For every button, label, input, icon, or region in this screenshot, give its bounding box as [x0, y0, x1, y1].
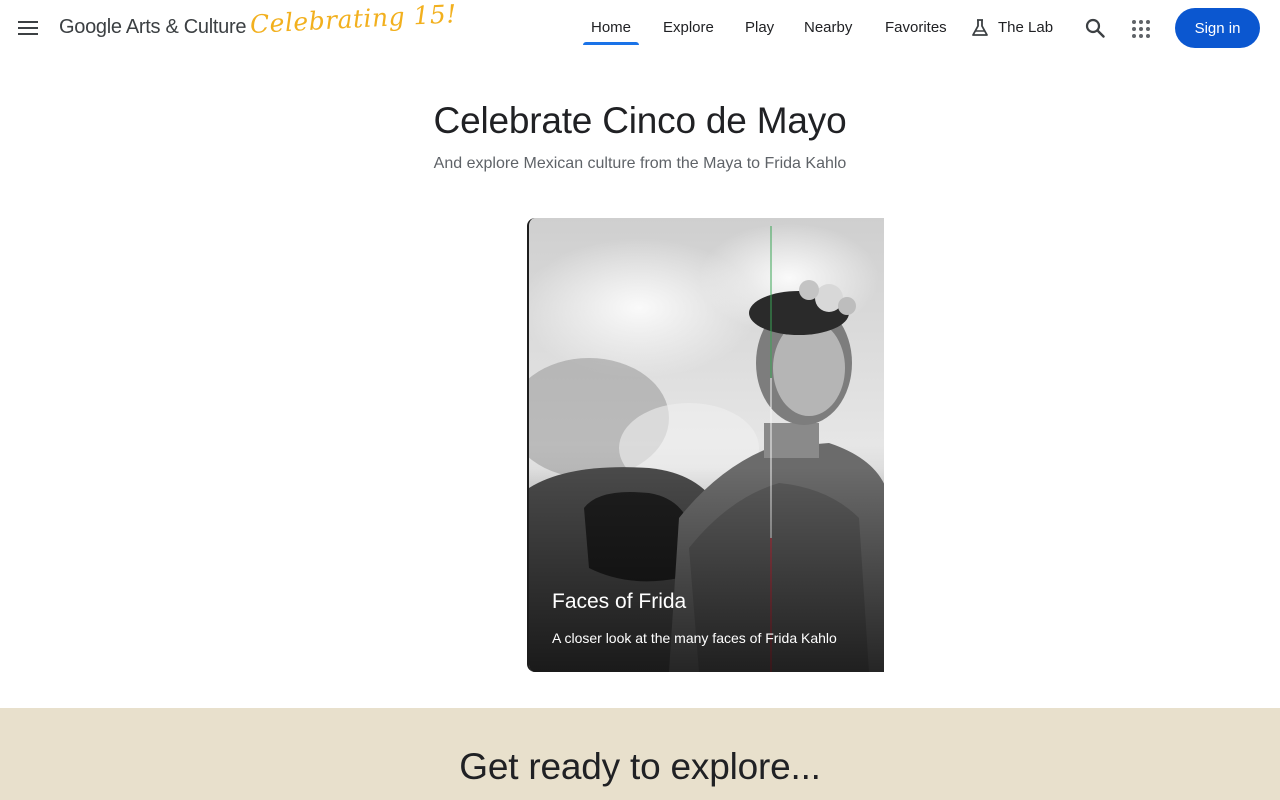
search-button[interactable] [1081, 14, 1109, 42]
nav-play[interactable]: Play [745, 19, 774, 36]
card-title: Faces of Frida [552, 590, 687, 613]
apps-grid-icon [1132, 20, 1150, 38]
site-logo[interactable]: Google Arts & Culture [59, 16, 246, 39]
story-card[interactable]: Faces of Frida A closer look at the many… [527, 218, 884, 672]
top-header: Google Arts & Culture Celebrating 15! Ho… [0, 0, 1280, 56]
flask-icon [972, 19, 988, 36]
explore-band: Get ready to explore... [0, 708, 1280, 800]
apps-button[interactable] [1127, 15, 1155, 43]
celebrating-15-badge: Celebrating 15! [249, 0, 458, 39]
nav-favorites[interactable]: Favorites [885, 19, 947, 36]
nav-home[interactable]: Home [591, 19, 631, 36]
card-subtitle: A closer look at the many faces of Frida… [552, 630, 837, 646]
search-icon [1085, 18, 1105, 38]
nav-nearby[interactable]: Nearby [804, 19, 852, 36]
nav-the-lab[interactable]: The Lab [998, 19, 1053, 36]
hamburger-menu-icon [18, 21, 38, 35]
hero-subtitle: And explore Mexican culture from the May… [433, 155, 847, 172]
nav-active-indicator [583, 42, 639, 45]
explore-heading: Get ready to explore... [459, 746, 821, 787]
logo-google-text: Google [59, 16, 122, 38]
sign-in-button[interactable]: Sign in [1175, 8, 1260, 48]
hero-title: Celebrate Cinco de Mayo [433, 100, 847, 141]
logo-arts-culture-text: Arts & Culture [121, 16, 247, 38]
main-menu-button[interactable] [14, 14, 42, 42]
nav-explore[interactable]: Explore [663, 19, 714, 36]
